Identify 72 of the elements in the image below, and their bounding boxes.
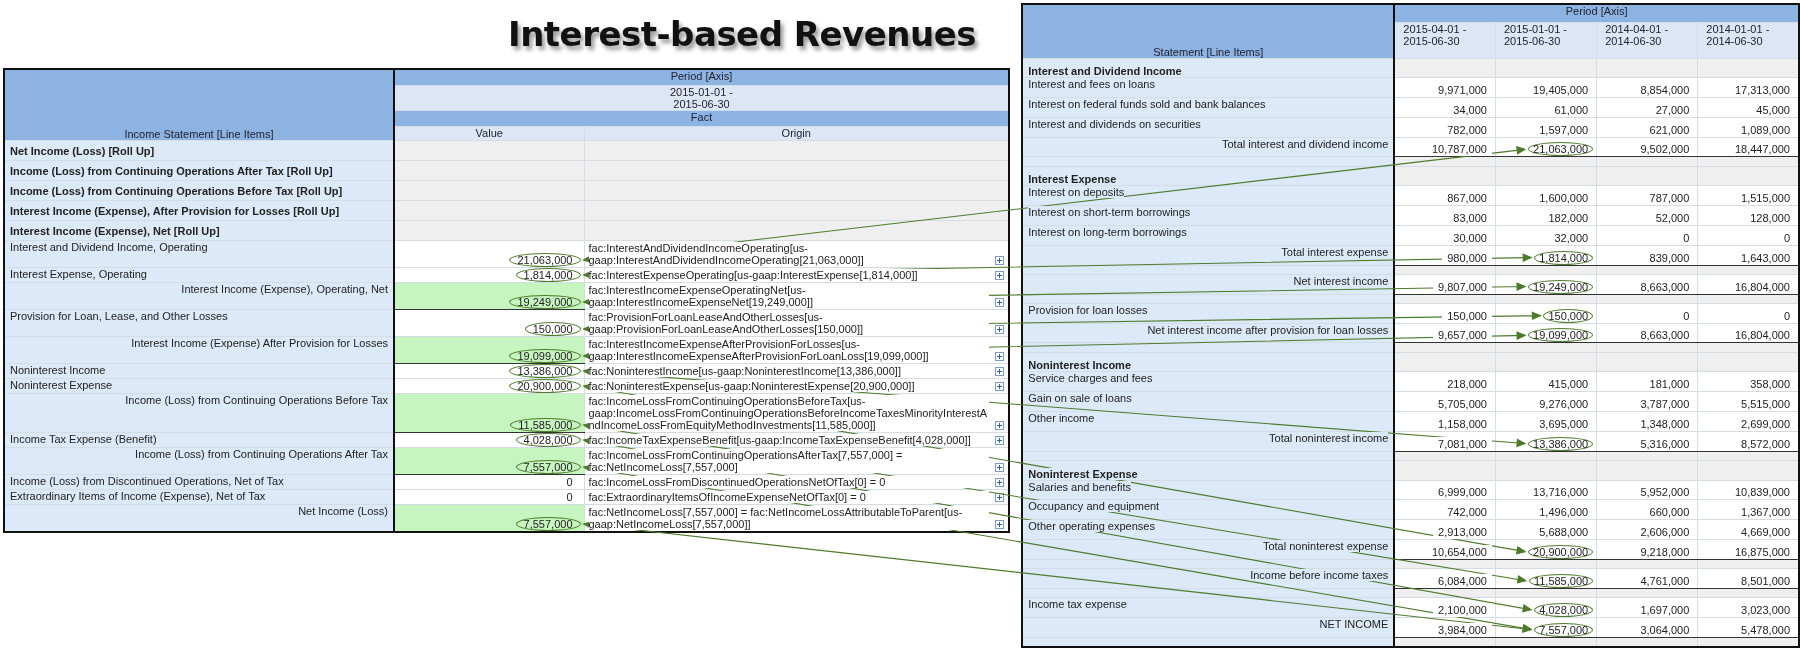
circled-value: 7,557,000 — [515, 460, 581, 474]
row-label: Provision for Loan, Lease, and Other Losses — [4, 309, 394, 337]
expand-icon[interactable] — [995, 298, 1004, 307]
expand-icon[interactable] — [995, 520, 1004, 529]
cell-value: 2,100,000 — [1433, 602, 1492, 617]
row-label: Service charges and fees — [1022, 371, 1395, 392]
circled-value: 20,900,000 — [1528, 544, 1594, 559]
row-label: Interest Income (Expense), Net [Roll Up] — [4, 220, 394, 241]
row-label: Income (Loss) from Continuing Operations After Tax [Roll Up] — [4, 160, 394, 181]
circled-value: 21,063,000 — [1528, 142, 1594, 157]
expand-icon[interactable] — [995, 421, 1004, 430]
column-header: 2014-01-01 - 2014-06-30 — [1697, 22, 1799, 59]
expand-icon[interactable] — [995, 478, 1004, 487]
origin-formula: fac:NetIncomeLoss[7,557,000] = fac:NetIncomeLossAttributableToParent[us-gaap:NetIncomeLoss[7,557,000]] — [588, 506, 989, 530]
row-label: Interest on long-term borrowings — [1022, 225, 1395, 246]
expand-icon[interactable] — [995, 325, 1004, 334]
circled-value: 4,028,000 — [1534, 602, 1594, 617]
row-label: Net Income (Loss) [Roll Up] — [4, 140, 394, 161]
column-header: 2015-04-01 - 2015-06-30 — [1394, 22, 1496, 59]
row-label: Total noninterest income — [1022, 431, 1395, 451]
circled-value: 19,249,000 — [509, 295, 581, 309]
circled-value: 21,063,000 — [509, 253, 581, 267]
circled-value: 19,099,000 — [1528, 328, 1594, 343]
column-header: 2015-01-01 - 2015-06-30 — [1495, 22, 1597, 59]
page-title: Interest-based Revenues — [508, 14, 977, 54]
row-label: NET INCOME — [1022, 617, 1395, 638]
column-header: 2015-01-01 - 2015-06-30 — [394, 85, 1009, 111]
circled-value: 4,028,000 — [515, 433, 581, 447]
circled-value: 7,557,000 — [515, 517, 581, 531]
circled-value: 150,000 — [524, 322, 581, 336]
expand-icon[interactable] — [995, 367, 1004, 376]
circled-value: 20,900,000 — [509, 379, 581, 393]
row-label: Total interest and dividend income — [1022, 137, 1395, 157]
row-label: Interest Income (Expense), Operating, Net — [4, 282, 394, 310]
circled-value: 19,099,000 — [509, 349, 581, 363]
section-heading: Noninterest Expense — [1022, 460, 1395, 481]
origin-formula: fac:ExtraordinaryItemsOfIncomeExpenseNetOfTax[0] = 0 — [588, 491, 989, 503]
row-label: Interest and fees on loans — [1022, 77, 1395, 98]
cell-value: 7,081,000 — [1433, 436, 1492, 451]
row-label: Net Income (Loss) — [4, 504, 394, 532]
column-header: Statement [Line Items] — [1022, 4, 1395, 59]
row-label: Income (Loss) from Continuing Operations Before Tax [Roll Up] — [4, 180, 394, 201]
section-heading: Interest and Dividend Income — [1022, 58, 1395, 78]
cell-value: 9,657,000 — [1433, 328, 1492, 343]
circled-value: 19,249,000 — [1528, 279, 1594, 294]
column-header: 2014-04-01 - 2014-06-30 — [1596, 22, 1698, 59]
circled-value: 150,000 — [1543, 308, 1594, 323]
row-label: Interest Income (Expense), After Provision for Losses [Roll Up] — [4, 200, 394, 221]
expand-icon[interactable] — [995, 256, 1004, 265]
expand-icon[interactable] — [995, 463, 1004, 472]
circled-value: 1,814,000 — [515, 268, 581, 282]
circled-value: 13,386,000 — [509, 364, 581, 378]
expand-icon[interactable] — [995, 271, 1004, 280]
circled-value: 11,585,000 — [510, 418, 581, 432]
row-label: Interest on federal funds sold and bank balances — [1022, 97, 1395, 118]
row-label: Interest Income (Expense) After Provision for Losses — [4, 336, 394, 364]
expand-icon[interactable] — [995, 436, 1004, 445]
circled-value: 13,386,000 — [1528, 436, 1594, 451]
circled-value: 11,585,000 — [1528, 573, 1594, 588]
expand-icon[interactable] — [995, 382, 1004, 391]
expand-icon[interactable] — [995, 352, 1004, 361]
column-header: Income Statement [Line Items] — [4, 69, 394, 141]
row-label: Income (Loss) from Continuing Operations Before Tax — [4, 393, 394, 433]
row-label: Income (Loss) from Continuing Operations After Tax — [4, 447, 394, 475]
row-label: Interest and dividends on securities — [1022, 117, 1395, 138]
column-header: Period [Axis] — [1394, 4, 1799, 22]
circled-value: 7,557,000 — [1534, 622, 1594, 637]
row-label: Interest on short-term borrowings — [1022, 205, 1395, 226]
column-header: Period [Axis] — [394, 69, 1009, 86]
circled-value: 1,814,000 — [1534, 250, 1594, 265]
row-label: Interest and Dividend Income, Operating — [4, 240, 394, 268]
section-heading: Noninterest Income — [1022, 352, 1395, 372]
